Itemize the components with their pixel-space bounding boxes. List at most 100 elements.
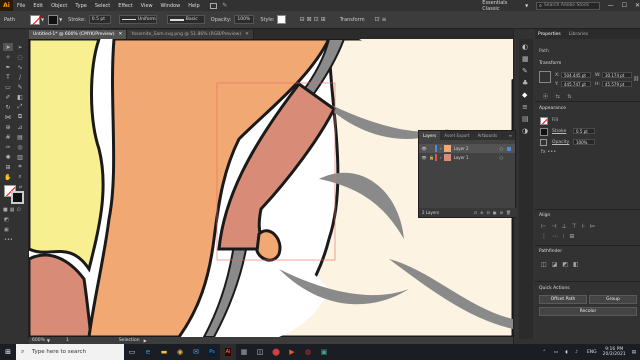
graph-icon[interactable]: ▥ [15,153,25,161]
expand-icon[interactable]: › [440,155,442,160]
group-button[interactable]: Group [589,295,637,304]
menu-effect[interactable]: Effect [114,3,136,9]
stroke-panel-icon[interactable]: ≡ [522,103,530,111]
rotate-icon[interactable]: ↻ [3,103,13,111]
symbols-panel-icon[interactable]: ♣ [522,79,530,87]
windows-start-icon[interactable]: ⊞ [0,344,16,360]
app-icon[interactable]: ▣ [316,344,332,360]
stroke-weight-input[interactable]: 0.5 pt [88,15,111,24]
type-tool-icon[interactable]: T [3,73,13,81]
target-icon[interactable]: ○ [500,146,504,151]
chevron-down-icon[interactable]: ▼ [47,338,50,343]
transparency-panel-icon[interactable]: ◑ [522,127,530,135]
screen-mode-icon[interactable]: ▣ [4,227,9,233]
mail-icon[interactable]: ✉ [188,344,204,360]
offset-path-button[interactable]: Offset Path [539,295,587,304]
direct-selection-tool-icon[interactable]: ➢ [15,43,25,51]
minimize-button[interactable]: — [608,2,614,9]
opacity-input[interactable]: 100% [573,139,595,145]
swap-fill-stroke-icon[interactable]: ⇄ [19,184,22,189]
stroke-swatch[interactable] [540,128,548,136]
h-input[interactable]: 45.579 pt [602,81,632,87]
lasso-icon[interactable]: ◌ [15,53,25,61]
photoshop-icon[interactable]: Ps [204,344,220,360]
notification-icon[interactable]: ▤ [632,350,636,355]
zoom-level[interactable]: 600% [32,338,45,343]
x-input[interactable]: 504.445 pt [561,72,591,78]
menu-view[interactable]: View [137,3,157,9]
brushes-panel-icon[interactable]: ✎ [522,67,530,75]
pathfinder-buttons[interactable]: ◫◪◩◧ [541,261,584,268]
edit-toolbar-icon[interactable]: ••• [4,237,13,243]
mesh-icon[interactable]: # [3,133,13,141]
close-icon[interactable]: ✕ [245,32,249,37]
selection-tool-icon[interactable]: ➤ [3,43,13,51]
system-tray-icons[interactable]: ⌃ ▭ ◖ ♪ [542,350,581,355]
tab-artboards[interactable]: Artboards [474,133,502,138]
tab-asset-export[interactable]: Asset Export [440,133,473,138]
media-icon[interactable]: ◫ [252,344,268,360]
app-icon[interactable]: ◍ [300,344,316,360]
free-transform-icon[interactable]: ⧉ [15,113,25,121]
menu-object[interactable]: Object [47,3,71,9]
reference-point-icon[interactable] [539,71,551,83]
align-buttons[interactable]: ⊢⊣⊥⊤⊦⊨ [541,223,600,230]
blend-icon[interactable]: ◎ [15,143,25,151]
line-tool-icon[interactable]: / [15,73,25,81]
stroke-label[interactable]: Stroke [552,129,566,134]
brush-icon[interactable]: ✎ [222,2,227,9]
illustrator-taskbar-icon[interactable]: Ai [220,344,236,360]
style-swatch[interactable] [276,15,286,24]
tab-properties[interactable]: Properties [538,32,561,37]
stroke-swatch[interactable] [48,14,59,25]
layer-name[interactable]: Layer 2 [454,146,469,151]
w-input[interactable]: 30.174 pt [602,72,632,78]
perspective-icon[interactable]: ⊿ [15,123,25,131]
edge-icon[interactable]: e [140,344,156,360]
task-view-icon[interactable]: ▭ [124,344,140,360]
y-input[interactable]: 445.747 pt [561,81,591,87]
layers-panel-icon[interactable]: ◆ [522,91,530,99]
more-options-icon[interactable]: fx ••• [541,149,556,155]
app-icon[interactable]: ▦ [236,344,252,360]
eyedropper-icon[interactable]: ✑ [3,143,13,151]
eraser-icon[interactable]: ◧ [15,93,25,101]
chrome-icon[interactable]: ◉ [172,344,188,360]
app-icon[interactable]: ▶ [284,344,300,360]
width-tool-icon[interactable]: ⋈ [3,113,13,121]
fill-swatch[interactable] [540,117,548,125]
color-mode-icons[interactable]: ■▦∅ [3,207,23,213]
tab-layers[interactable]: Layers [419,131,441,140]
rectangle-tool-icon[interactable]: ▭ [3,83,13,91]
zoom-icon[interactable]: ⌕ [15,173,25,181]
eye-icon[interactable]: 👁 [419,146,429,151]
paintbrush-icon[interactable]: ✎ [15,83,25,91]
symbol-sprayer-icon[interactable]: ✺ [3,153,13,161]
menu-edit[interactable]: Edit [29,3,47,9]
tab-yosemite-sam[interactable]: Yosemite_Sam.svg.png @ 51.86% (RGB/Previ… [127,30,254,39]
expand-icon[interactable]: › [440,146,442,151]
eye-icon[interactable]: 👁 [419,155,429,160]
variable-width-profile[interactable]: Uniform [118,15,157,24]
transform-flip-icons[interactable]: ⦿ ⇆ ⇅ [543,93,575,100]
workspace-switcher[interactable]: Essentials Classic [482,0,523,12]
maximize-button[interactable]: ☐ [622,2,627,9]
drawing-mode-icon[interactable]: ◩ [4,217,9,223]
constrain-proportions-icon[interactable]: ⛓ [633,76,639,82]
transform-link[interactable]: Transform [340,17,365,23]
chevron-down-icon[interactable]: ▼ [59,17,62,22]
app-icon[interactable]: ⬤ [268,344,284,360]
pen-tool-icon[interactable]: ✒ [3,63,13,71]
target-icon[interactable]: ○ [500,155,504,160]
chevron-down-icon[interactable]: ▼ [41,17,44,22]
gradient-panel-icon[interactable]: ▤ [522,115,530,123]
arrange-icon[interactable] [209,2,218,9]
panel-menu-icon[interactable]: ≡ [509,133,515,138]
hand-icon[interactable]: ✋ [3,173,13,181]
layer-action-icons[interactable]: ⊡⊕⊟▣⊞🗑 [474,210,514,215]
shape-builder-icon[interactable]: ⊕ [3,123,13,131]
tab-untitled[interactable]: Untitled-1* @ 600% (CMYK/Preview) ✕ [29,30,128,39]
menu-select[interactable]: Select [91,3,114,9]
layer-row[interactable]: 👁 🔒 › Layer 1 ○ [419,153,515,162]
stroke-weight-input[interactable]: 0.5 pt [573,128,595,134]
